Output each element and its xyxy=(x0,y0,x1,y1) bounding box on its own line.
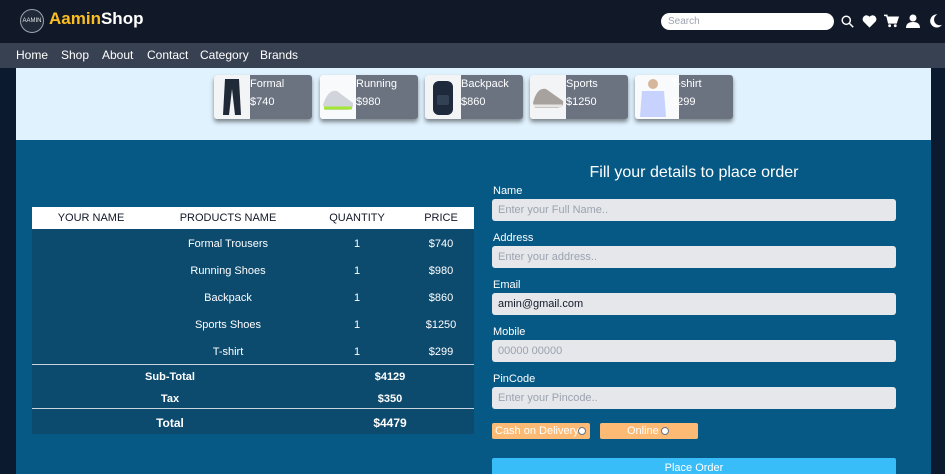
address-field[interactable] xyxy=(492,246,896,268)
table-cell-product: T-shirt xyxy=(212,346,244,358)
shoe-image xyxy=(530,75,566,119)
table-cell-qty: 1 xyxy=(353,292,361,304)
table-header: YOUR NAME PRODUCTS NAME QUANTITY PRICE xyxy=(32,207,474,229)
product-name: Backpack xyxy=(461,78,509,90)
email-field[interactable] xyxy=(492,293,896,315)
nav-item-about[interactable]: About xyxy=(102,48,133,62)
address-label: Address xyxy=(493,232,534,244)
nav-item-brands[interactable]: Brands xyxy=(260,48,298,62)
product-card-tshirt[interactable]: T-shirt $299 xyxy=(635,75,733,119)
product-price: $299 xyxy=(671,96,696,108)
tax-label: Tax xyxy=(160,393,180,405)
payment-option-cod[interactable]: Cash on Delivery xyxy=(492,423,590,439)
radio-button[interactable] xyxy=(578,427,586,435)
top-header: AAMIN AaminShop xyxy=(0,0,945,43)
mobile-field[interactable] xyxy=(492,340,896,362)
table-divider xyxy=(32,408,474,409)
table-cell-qty: 1 xyxy=(353,319,361,331)
nav-item-contact[interactable]: Contact xyxy=(147,48,188,62)
mobile-label: Mobile xyxy=(493,326,526,338)
product-name: Formal xyxy=(250,78,285,90)
product-price: $980 xyxy=(356,96,381,108)
email-label: Email xyxy=(493,279,521,291)
subtotal-label: Sub-Total xyxy=(145,371,195,383)
product-card-running[interactable]: Running $980 xyxy=(320,75,418,119)
brand-logo[interactable]: AaminShop xyxy=(49,9,143,29)
logo-icon[interactable]: AAMIN xyxy=(20,9,44,33)
brand-name-part1: Aamin xyxy=(49,9,101,28)
cart-icon[interactable] xyxy=(883,13,899,29)
table-cell-product: Formal Trousers xyxy=(187,238,269,250)
name-label: Name xyxy=(493,185,523,197)
main-nav: Home Shop About Contact Category Brands xyxy=(0,43,945,68)
table-cell-price: $740 xyxy=(428,238,454,250)
payment-option-online[interactable]: Online xyxy=(600,423,698,439)
payment-option-label: Online xyxy=(627,425,659,437)
search-icon[interactable] xyxy=(839,13,855,29)
place-order-button[interactable]: Place Order xyxy=(492,458,896,474)
payment-option-label: Cash on Delivery xyxy=(495,425,579,437)
table-cell-qty: 1 xyxy=(353,346,361,358)
product-name: T-shirt xyxy=(671,78,702,90)
brand-name-part2: Shop xyxy=(100,9,144,28)
table-cell-price: $980 xyxy=(428,265,454,277)
total-label: Total xyxy=(156,416,184,430)
shoe-image xyxy=(320,75,356,119)
radio-button[interactable] xyxy=(661,427,669,435)
shirt-image xyxy=(635,75,679,119)
column-header: PRICE xyxy=(424,212,458,224)
moon-icon[interactable] xyxy=(927,13,943,29)
product-card-sports[interactable]: Sports $1250 xyxy=(530,75,628,119)
product-price: $1250 xyxy=(566,96,597,108)
table-cell-product: Running Shoes xyxy=(190,265,266,277)
backpack-image xyxy=(425,75,461,119)
heart-icon[interactable] xyxy=(861,13,877,29)
tax-value: $350 xyxy=(377,393,403,405)
search-input[interactable] xyxy=(661,13,834,30)
form-title: Fill your details to place order xyxy=(589,164,799,181)
table-cell-price: $299 xyxy=(428,346,454,358)
product-name: Running xyxy=(356,78,397,90)
table-cell-qty: 1 xyxy=(353,238,361,250)
pincode-label: PinCode xyxy=(493,373,536,385)
table-cell-price: $1250 xyxy=(425,319,457,331)
name-field[interactable] xyxy=(492,199,896,221)
column-header: YOUR NAME xyxy=(57,212,125,224)
column-header: QUANTITY xyxy=(329,212,385,224)
column-header: PRODUCTS NAME xyxy=(179,212,277,224)
pincode-field[interactable] xyxy=(492,387,896,409)
product-card-backpack[interactable]: Backpack $860 xyxy=(425,75,523,119)
table-cell-price: $860 xyxy=(428,292,454,304)
table-cell-qty: 1 xyxy=(353,265,361,277)
nav-item-home[interactable]: Home xyxy=(16,48,48,62)
nav-item-category[interactable]: Category xyxy=(200,48,249,62)
product-name: Sports xyxy=(566,78,598,90)
product-card-formal[interactable]: Formal $740 xyxy=(214,75,312,119)
order-summary-table: YOUR NAME PRODUCTS NAME QUANTITY PRICE F… xyxy=(32,207,474,434)
table-divider xyxy=(32,364,474,365)
table-cell-product: Backpack xyxy=(204,292,252,304)
subtotal-value: $4129 xyxy=(374,371,406,383)
user-icon[interactable] xyxy=(905,13,921,29)
trousers-image xyxy=(214,75,250,119)
product-price: $740 xyxy=(250,96,275,108)
total-value: $4479 xyxy=(373,416,407,430)
nav-item-shop[interactable]: Shop xyxy=(61,48,89,62)
table-cell-product: Sports Shoes xyxy=(194,319,262,331)
product-price: $860 xyxy=(461,96,486,108)
